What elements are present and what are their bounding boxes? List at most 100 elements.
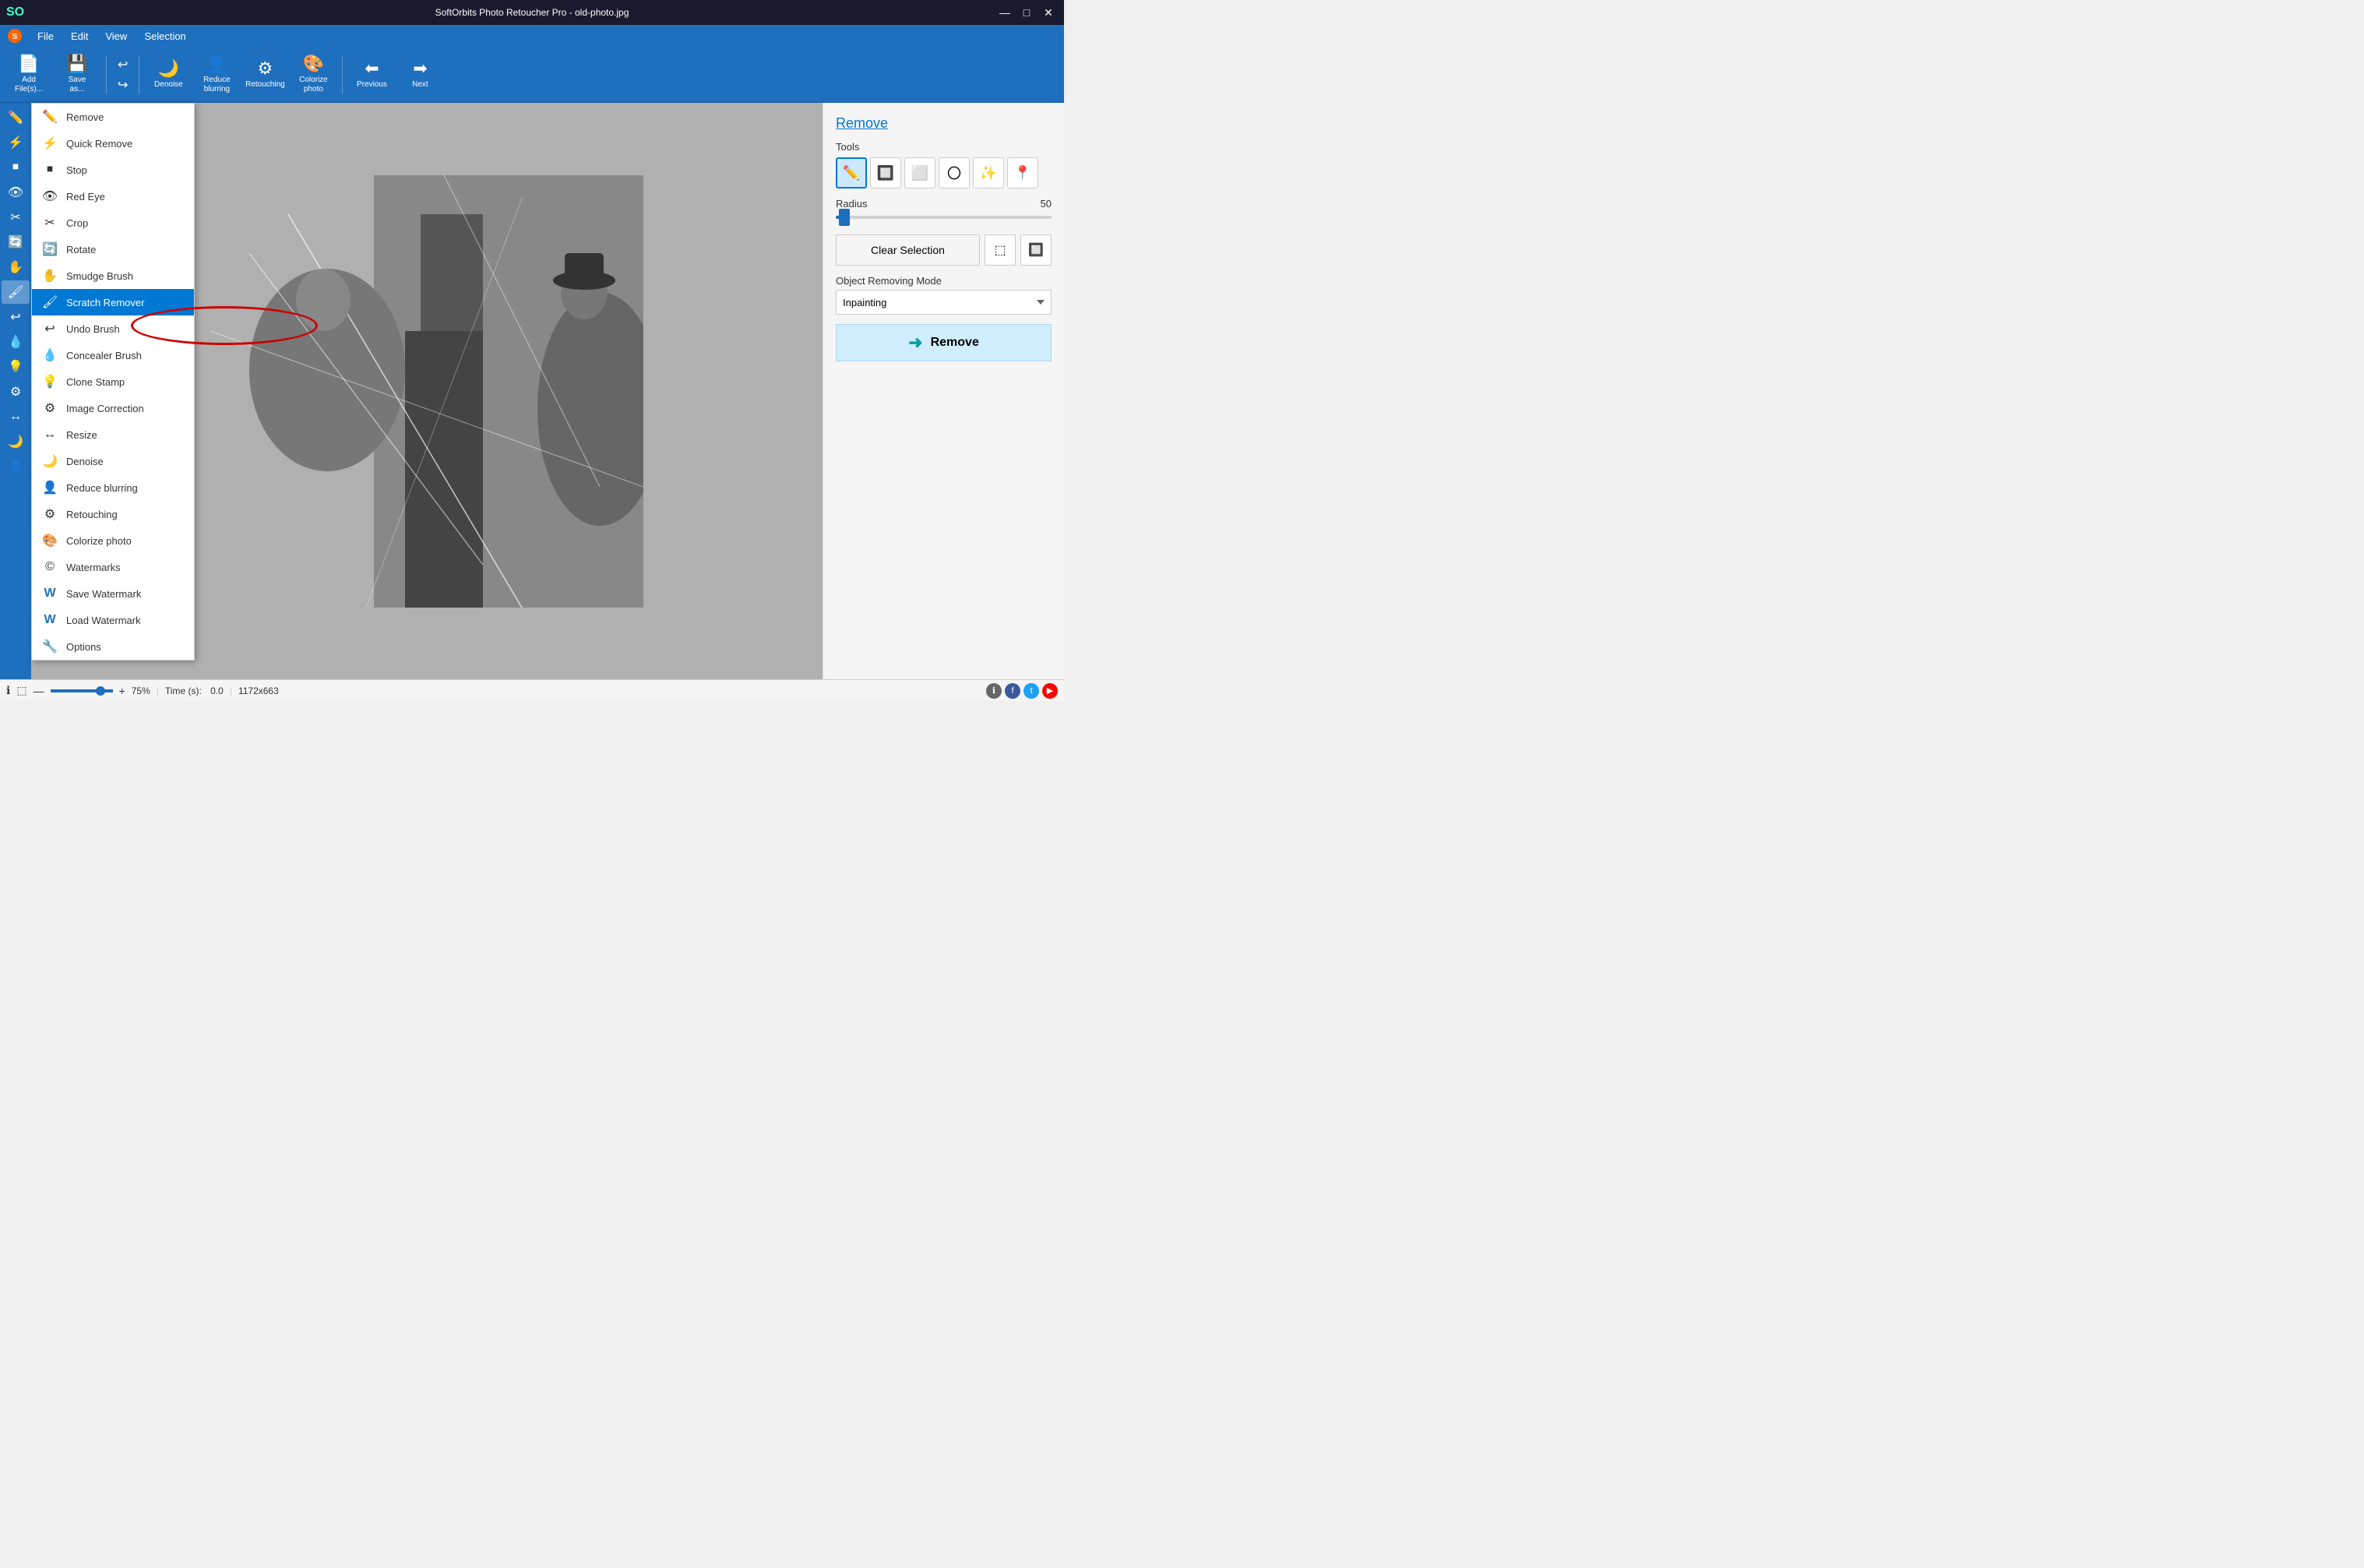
- tools-section: Tools ✏️ 🔲 ⬜ 〇 ✨ 📍: [836, 141, 1052, 189]
- menu-item-watermarks[interactable]: © Watermarks: [32, 554, 194, 580]
- next-icon: ➡: [413, 60, 427, 77]
- menu-view[interactable]: View: [97, 28, 135, 44]
- tool-pencil-btn[interactable]: ✏️: [836, 157, 867, 189]
- menu-item-clone-stamp[interactable]: 💡 Clone Stamp: [32, 368, 194, 395]
- save-as-button[interactable]: 💾 Saveas...: [55, 51, 100, 98]
- clear-selection-button[interactable]: Clear Selection: [836, 234, 980, 266]
- tool-scratch-remover[interactable]: 🖌: [2, 280, 30, 304]
- clear-selection-row: Clear Selection ⬚ 🔲: [836, 234, 1052, 266]
- menu-item-denoise[interactable]: 🌙 Denoise: [32, 448, 194, 474]
- tool-quick-remove[interactable]: ⚡: [2, 131, 30, 154]
- stop-menu-label: Stop: [66, 164, 185, 176]
- menu-item-red-eye[interactable]: 👁 Red Eye: [32, 183, 194, 210]
- next-button[interactable]: ➡ Next: [397, 51, 442, 98]
- add-files-button[interactable]: 📄 AddFile(s)...: [6, 51, 51, 98]
- tool-stamp-btn[interactable]: 📍: [1007, 157, 1038, 189]
- menu-item-save-watermark[interactable]: W Save Watermark: [32, 580, 194, 607]
- time-status: Time (s): 0.0: [165, 685, 224, 696]
- radius-slider-thumb[interactable]: [839, 209, 850, 226]
- previous-button[interactable]: ⬅ Previous: [349, 51, 394, 98]
- zoom-thumb[interactable]: [96, 686, 105, 696]
- reduce-blurring-button[interactable]: 👤 Reduceblurring: [194, 51, 239, 98]
- tool-image-correction[interactable]: ⚙: [2, 380, 30, 403]
- undo-brush-menu-label: Undo Brush: [66, 323, 185, 335]
- status-bar: ℹ ⬚ — + 75% | Time (s): 0.0 | 1172x663 ℹ…: [0, 679, 1064, 701]
- rect-select-icon: ⬜: [911, 165, 928, 181]
- menu-item-retouching[interactable]: ⚙ Retouching: [32, 501, 194, 527]
- menu-item-stop[interactable]: ⏹ Stop: [32, 157, 194, 183]
- tool-lasso-btn[interactable]: 〇: [939, 157, 970, 189]
- remove-btn-label: Remove: [931, 336, 979, 350]
- menu-selection[interactable]: Selection: [136, 28, 193, 44]
- add-files-label: AddFile(s)...: [15, 76, 43, 94]
- menu-item-smudge-brush[interactable]: ✋ Smudge Brush: [32, 263, 194, 289]
- tool-denoise[interactable]: 🌙: [2, 430, 30, 453]
- colorize-photo-button[interactable]: 🎨 Colorizephoto: [291, 51, 336, 98]
- panel-title: Remove: [836, 115, 1052, 132]
- remove-button[interactable]: ➜ Remove: [836, 324, 1052, 361]
- radius-value: 50: [1041, 198, 1052, 210]
- stamp-icon: 📍: [1014, 165, 1031, 181]
- tool-eraser-btn[interactable]: 🔲: [870, 157, 901, 189]
- menu-item-concealer-brush[interactable]: 💧 Concealer Brush: [32, 342, 194, 368]
- tool-undo-brush[interactable]: ↩: [2, 305, 30, 329]
- tool-stop[interactable]: ⏹: [2, 156, 30, 179]
- tool-rect-select-btn[interactable]: ⬜: [904, 157, 935, 189]
- radius-slider-container[interactable]: [836, 210, 1052, 225]
- menu-item-options[interactable]: 🔧 Options: [32, 633, 194, 660]
- tool-red-eye[interactable]: 👁: [2, 181, 30, 204]
- menu-item-colorize-photo[interactable]: 🎨 Colorize photo: [32, 527, 194, 554]
- tool-concealer[interactable]: 💧: [2, 330, 30, 354]
- menu-item-reduce-blurring[interactable]: 👤 Reduce blurring: [32, 474, 194, 501]
- maximize-button[interactable]: □: [1017, 3, 1036, 22]
- menu-item-remove[interactable]: ✏️ Remove: [32, 104, 194, 130]
- tool-smudge[interactable]: ✋: [2, 255, 30, 279]
- menu-item-crop[interactable]: ✂ Crop: [32, 210, 194, 236]
- denoise-icon: 🌙: [158, 60, 179, 77]
- menu-item-resize[interactable]: ↔ Resize: [32, 421, 194, 448]
- selection-fill-icon-btn[interactable]: 🔲: [1020, 234, 1052, 266]
- retouching-button[interactable]: ⚙ Retouching: [242, 51, 287, 98]
- menu-item-rotate[interactable]: 🔄 Rotate: [32, 236, 194, 263]
- colorize-photo-icon: 🎨: [303, 55, 324, 72]
- youtube-icon-btn[interactable]: ▶: [1042, 683, 1058, 699]
- info-status-icon[interactable]: ℹ: [6, 684, 10, 697]
- main-area: ✏️ ⚡ ⏹ 👁 ✂ 🔄 ✋ 🖌 ↩ 💧 💡 ⚙ ↔ 🌙 👤 ✏️ Remove…: [0, 103, 1064, 679]
- selection-rect-icon-btn[interactable]: ⬚: [985, 234, 1016, 266]
- lasso-icon: 〇: [947, 163, 961, 183]
- selection-rect-icon: ⬚: [994, 242, 1006, 258]
- zoom-slider[interactable]: [51, 689, 113, 692]
- tool-rotate[interactable]: 🔄: [2, 231, 30, 254]
- denoise-button[interactable]: 🌙 Denoise: [146, 51, 191, 98]
- tool-clone-stamp[interactable]: 💡: [2, 355, 30, 379]
- tool-crop[interactable]: ✂: [2, 206, 30, 229]
- save-watermark-menu-icon: W: [41, 585, 58, 602]
- minimize-button[interactable]: —: [995, 3, 1014, 22]
- undo-button[interactable]: ↩: [113, 55, 132, 74]
- close-button[interactable]: ✕: [1039, 3, 1058, 22]
- redo-button[interactable]: ↪: [113, 76, 132, 94]
- twitter-icon-btn[interactable]: t: [1023, 683, 1039, 699]
- menu-edit[interactable]: Edit: [63, 28, 96, 44]
- menu-file[interactable]: File: [30, 28, 62, 44]
- tool-reduce-blur[interactable]: 👤: [2, 455, 30, 478]
- zoom-plus-icon[interactable]: +: [119, 685, 125, 697]
- menu-item-undo-brush[interactable]: ↩ Undo Brush: [32, 315, 194, 342]
- zoom-minus-icon[interactable]: —: [33, 685, 44, 697]
- watermarks-menu-icon: ©: [41, 558, 58, 576]
- right-panel: Remove Tools ✏️ 🔲 ⬜ 〇 ✨: [823, 103, 1064, 679]
- removing-mode-select[interactable]: Inpainting Content-Aware Fill Texture Sy…: [836, 290, 1052, 315]
- tool-magic-wand-btn[interactable]: ✨: [973, 157, 1004, 189]
- tool-resize[interactable]: ↔: [2, 405, 30, 428]
- menu-item-quick-remove[interactable]: ⚡ Quick Remove: [32, 130, 194, 157]
- select-status-icon[interactable]: ⬚: [16, 684, 26, 697]
- remove-menu-label: Remove: [66, 111, 185, 123]
- tool-remove[interactable]: ✏️: [2, 106, 30, 129]
- load-watermark-menu-icon: W: [41, 611, 58, 629]
- facebook-icon-btn[interactable]: f: [1005, 683, 1020, 699]
- menu-item-load-watermark[interactable]: W Load Watermark: [32, 607, 194, 633]
- magic-wand-icon: ✨: [980, 165, 997, 181]
- menu-item-scratch-remover[interactable]: 🖌 Scratch Remover: [32, 289, 194, 315]
- menu-item-image-correction[interactable]: ⚙ Image Correction: [32, 395, 194, 421]
- info-icon-btn[interactable]: ℹ: [986, 683, 1002, 699]
